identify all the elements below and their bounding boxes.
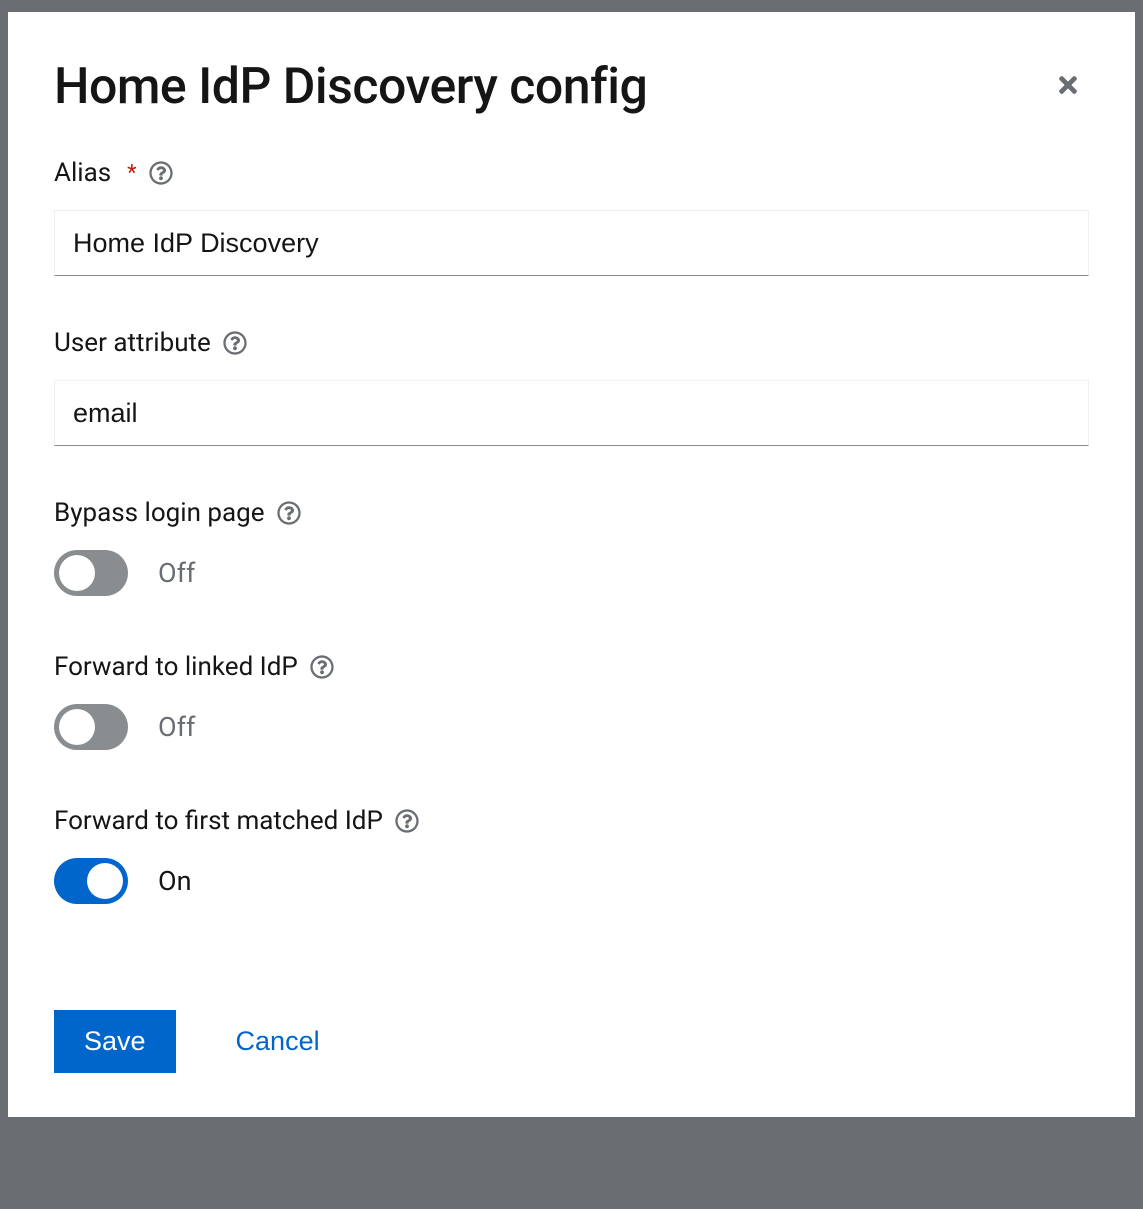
toggle-knob [59,709,95,745]
forward-linked-toggle[interactable] [54,704,128,750]
forward-first-field-group: Forward to first matched IdP On [54,806,1089,904]
help-icon[interactable] [277,501,301,525]
user-attribute-input[interactable] [54,380,1089,446]
save-button[interactable]: Save [54,1010,176,1073]
required-indicator: * [127,161,136,186]
bypass-login-state: Off [158,557,195,589]
help-icon[interactable] [149,161,173,185]
forward-linked-label: Forward to linked IdP [54,652,298,682]
config-modal: Home IdP Discovery config Alias * User a… [8,12,1135,1117]
modal-title: Home IdP Discovery config [54,58,647,116]
bypass-login-label: Bypass login page [54,498,265,528]
cancel-button[interactable]: Cancel [236,1026,320,1057]
help-icon[interactable] [395,809,419,833]
alias-label: Alias [54,158,111,188]
forward-first-state: On [158,865,192,897]
forward-first-toggle[interactable] [54,858,128,904]
help-icon[interactable] [310,655,334,679]
modal-header: Home IdP Discovery config [54,58,1089,116]
toggle-knob [59,555,95,591]
toggle-knob [87,863,123,899]
user-attribute-label: User attribute [54,328,211,358]
alias-field-group: Alias * [54,158,1089,276]
bypass-login-toggle[interactable] [54,550,128,596]
close-icon [1055,73,1081,104]
help-icon[interactable] [223,331,247,355]
close-button[interactable] [1047,64,1089,113]
alias-input[interactable] [54,210,1089,276]
forward-first-label: Forward to first matched IdP [54,806,383,836]
forward-linked-field-group: Forward to linked IdP Off [54,652,1089,750]
modal-actions: Save Cancel [54,1010,1089,1073]
user-attribute-field-group: User attribute [54,328,1089,446]
forward-linked-state: Off [158,711,195,743]
bypass-login-field-group: Bypass login page Off [54,498,1089,596]
